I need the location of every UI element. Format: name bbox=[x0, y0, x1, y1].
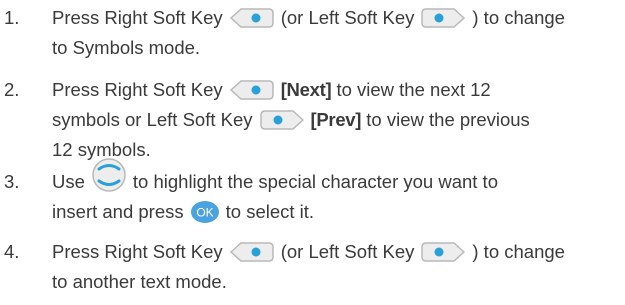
step-text: (or Left Soft Key bbox=[280, 7, 415, 28]
step-text: to view the next 12 bbox=[336, 79, 491, 100]
ok-key-icon: OK bbox=[190, 201, 219, 223]
step-text: Press Right Soft Key bbox=[52, 79, 223, 100]
step-text: to Symbols mode. bbox=[52, 37, 201, 58]
left-soft-key-icon bbox=[421, 8, 466, 28]
right-soft-key-icon bbox=[229, 8, 274, 28]
step-text: ) to change bbox=[472, 241, 565, 262]
step-text: to highlight the special character you w… bbox=[132, 171, 498, 192]
navigation-key-icon bbox=[92, 158, 126, 192]
prev-label: [Prev] bbox=[310, 109, 362, 130]
step-text: to view the previous bbox=[366, 109, 530, 130]
step-text: Press Right Soft Key bbox=[52, 7, 223, 28]
right-soft-key-icon bbox=[229, 80, 274, 100]
left-soft-key-icon bbox=[421, 242, 466, 262]
step-number: 2. bbox=[4, 79, 20, 100]
ok-key-label: OK bbox=[196, 206, 213, 220]
step-number: 4. bbox=[4, 241, 20, 262]
step-text: Use bbox=[52, 171, 85, 192]
step-number: 3. bbox=[4, 171, 20, 192]
right-soft-key-icon bbox=[229, 242, 274, 262]
step-text: insert and press bbox=[52, 201, 184, 222]
left-soft-key-icon bbox=[259, 110, 304, 130]
step-text: (or Left Soft Key bbox=[280, 241, 415, 262]
step-text: to another text mode. bbox=[52, 271, 227, 292]
step-number: 1. bbox=[4, 7, 20, 28]
step-text: Press Right Soft Key bbox=[52, 241, 223, 262]
step-text: symbols or Left Soft Key bbox=[52, 109, 253, 130]
next-label: [Next] bbox=[280, 79, 332, 100]
step-text: ) to change bbox=[472, 7, 565, 28]
step-text: to select it. bbox=[225, 201, 315, 222]
instruction-steps: 1. Press Right Soft Key (or Left Soft Ke… bbox=[0, 0, 625, 305]
